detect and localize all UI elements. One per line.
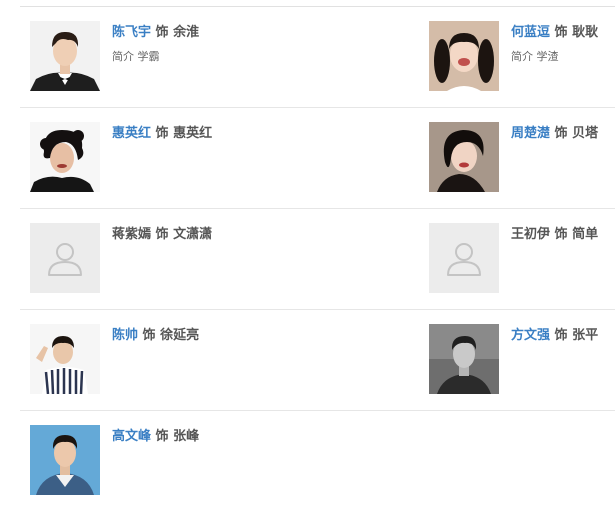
role-name: 文潇潇 [173, 227, 213, 242]
cast-info: 陈飞宇 饰 余淮 简介 学霸 [112, 24, 410, 65]
actor-photo[interactable] [429, 122, 499, 192]
plays-label: 饰 [155, 429, 169, 444]
cast-info: 惠英红 饰 惠英红 [112, 125, 410, 143]
cast-member: 惠英红 饰 惠英红 [30, 122, 410, 194]
actor-photo[interactable] [30, 425, 100, 495]
role-name: 贝塔 [572, 126, 599, 141]
cast-row: 陈帅 饰 徐延亮 方文强 饰 张平 [20, 310, 615, 411]
default-user-icon [429, 223, 499, 293]
role-name: 惠英红 [173, 126, 213, 141]
role-intro: 简介 学霸 [112, 49, 410, 65]
actor-name: 蒋紫嫣 [112, 227, 152, 242]
actor-photo[interactable] [429, 324, 499, 394]
actor-name-link[interactable]: 方文强 [511, 328, 550, 343]
plays-label: 饰 [155, 25, 169, 40]
cast-info: 蒋紫嫣 饰 文潇潇 [112, 226, 410, 244]
role-name: 简单 [572, 227, 599, 242]
intro-text: 学渣 [536, 50, 559, 63]
cast-info: 王初伊 饰 简单 [511, 226, 615, 244]
girl-pigtails-photo [429, 21, 499, 91]
actor-photo[interactable] [429, 21, 499, 91]
actor-photo[interactable] [30, 21, 100, 91]
default-avatar[interactable] [429, 223, 499, 293]
boy-striped-shirt-photo [30, 324, 100, 394]
plays-label: 饰 [155, 227, 169, 242]
cast-member: 王初伊 饰 简单 [429, 223, 615, 295]
cast-info: 高文峰 饰 张峰 [112, 428, 410, 446]
actor-photo[interactable] [30, 324, 100, 394]
actor-name-link[interactable]: 何蓝逗 [511, 25, 550, 40]
cast-member: 高文峰 饰 张峰 [30, 425, 410, 497]
intro-label: 简介 [511, 50, 533, 63]
actor-name: 王初伊 [511, 227, 551, 242]
cast-member: 周楚濋 饰 贝塔 [429, 122, 615, 194]
plays-label: 饰 [554, 227, 568, 242]
man-grayscale-photo [429, 324, 499, 394]
actor-photo[interactable] [30, 122, 100, 192]
actor-name-link[interactable]: 惠英红 [112, 126, 151, 141]
plays-label: 饰 [554, 126, 568, 141]
cast-member: 陈帅 饰 徐延亮 [30, 324, 410, 396]
cast-list: 陈飞宇 饰 余淮 简介 学霸 何蓝逗 饰 耿耿 简介 学渣 惠英红 饰 惠英红 … [20, 7, 615, 511]
cast-row: 高文峰 饰 张峰 [20, 411, 615, 511]
default-avatar[interactable] [30, 223, 100, 293]
cast-member: 何蓝逗 饰 耿耿 简介 学渣 [429, 21, 615, 93]
actor-name-link[interactable]: 陈飞宇 [112, 25, 151, 40]
plays-label: 饰 [554, 328, 568, 343]
role-name: 张峰 [173, 429, 200, 444]
actor-name-link[interactable]: 高文峰 [112, 429, 151, 444]
actor-name-link[interactable]: 陈帅 [112, 328, 138, 343]
woman-black-hair-photo [429, 122, 499, 192]
cast-row: 蒋紫嫣 饰 文潇潇 王初伊 饰 简单 [20, 209, 615, 310]
intro-label: 简介 [112, 50, 134, 63]
young-man-tuxedo-photo [30, 21, 100, 91]
actor-name-link[interactable]: 周楚濋 [511, 126, 550, 141]
intro-text: 学霸 [137, 50, 160, 63]
cast-member: 陈飞宇 饰 余淮 简介 学霸 [30, 21, 410, 93]
plays-label: 饰 [155, 126, 169, 141]
role-name: 余淮 [173, 25, 200, 40]
cast-row: 惠英红 饰 惠英红 周楚濋 饰 贝塔 [20, 108, 615, 209]
cast-info: 何蓝逗 饰 耿耿 简介 学渣 [511, 24, 615, 65]
cast-row: 陈飞宇 饰 余淮 简介 学霸 何蓝逗 饰 耿耿 简介 学渣 [20, 7, 615, 108]
cast-member: 方文强 饰 张平 [429, 324, 615, 396]
cast-info: 周楚濋 饰 贝塔 [511, 125, 615, 143]
man-denim-blue-bg-photo [30, 425, 100, 495]
woman-curly-hair-photo [30, 122, 100, 192]
role-name: 耿耿 [572, 25, 599, 40]
default-user-icon [30, 223, 100, 293]
role-name: 徐延亮 [160, 328, 200, 343]
cast-info: 陈帅 饰 徐延亮 [112, 327, 410, 345]
role-name: 张平 [572, 328, 599, 343]
plays-label: 饰 [142, 328, 156, 343]
cast-info: 方文强 饰 张平 [511, 327, 615, 345]
plays-label: 饰 [554, 25, 568, 40]
role-intro: 简介 学渣 [511, 49, 615, 65]
cast-member: 蒋紫嫣 饰 文潇潇 [30, 223, 410, 295]
